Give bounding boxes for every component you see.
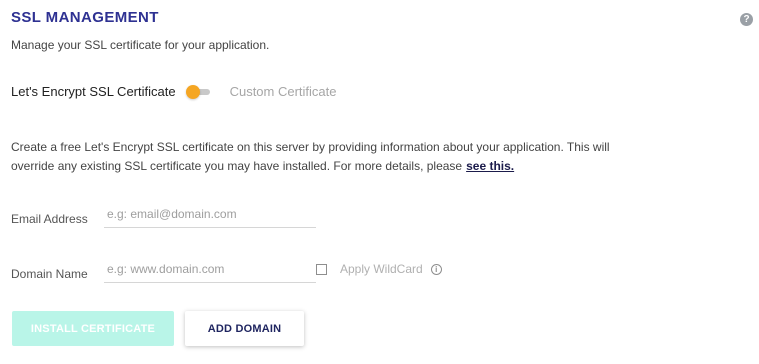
- wildcard-label[interactable]: Apply WildCard: [340, 262, 423, 276]
- page-subtitle: Manage your SSL certificate for your app…: [11, 38, 270, 52]
- add-domain-button[interactable]: ADD DOMAIN: [185, 311, 304, 346]
- certificate-type-switch: Let's Encrypt SSL Certificate Custom Cer…: [11, 84, 337, 99]
- page-title: SSL MANAGEMENT: [11, 9, 159, 26]
- lets-encrypt-label[interactable]: Let's Encrypt SSL Certificate: [11, 84, 176, 99]
- wildcard-option: Apply WildCard i: [316, 262, 442, 276]
- email-label: Email Address: [11, 212, 88, 226]
- description-text: Create a free Let's Encrypt SSL certific…: [11, 140, 610, 173]
- help-icon[interactable]: ?: [740, 13, 753, 26]
- custom-certificate-label[interactable]: Custom Certificate: [230, 84, 337, 99]
- toggle-knob: [185, 84, 200, 99]
- see-this-link[interactable]: see this.: [466, 159, 514, 173]
- email-field[interactable]: [104, 201, 316, 228]
- domain-label: Domain Name: [11, 267, 88, 281]
- certificate-toggle[interactable]: [185, 84, 210, 99]
- install-certificate-button[interactable]: INSTALL CERTIFICATE: [12, 311, 174, 346]
- info-icon[interactable]: i: [430, 263, 442, 275]
- wildcard-checkbox[interactable]: [316, 263, 327, 275]
- description: Create a free Let's Encrypt SSL certific…: [11, 138, 651, 176]
- domain-field[interactable]: [104, 256, 316, 283]
